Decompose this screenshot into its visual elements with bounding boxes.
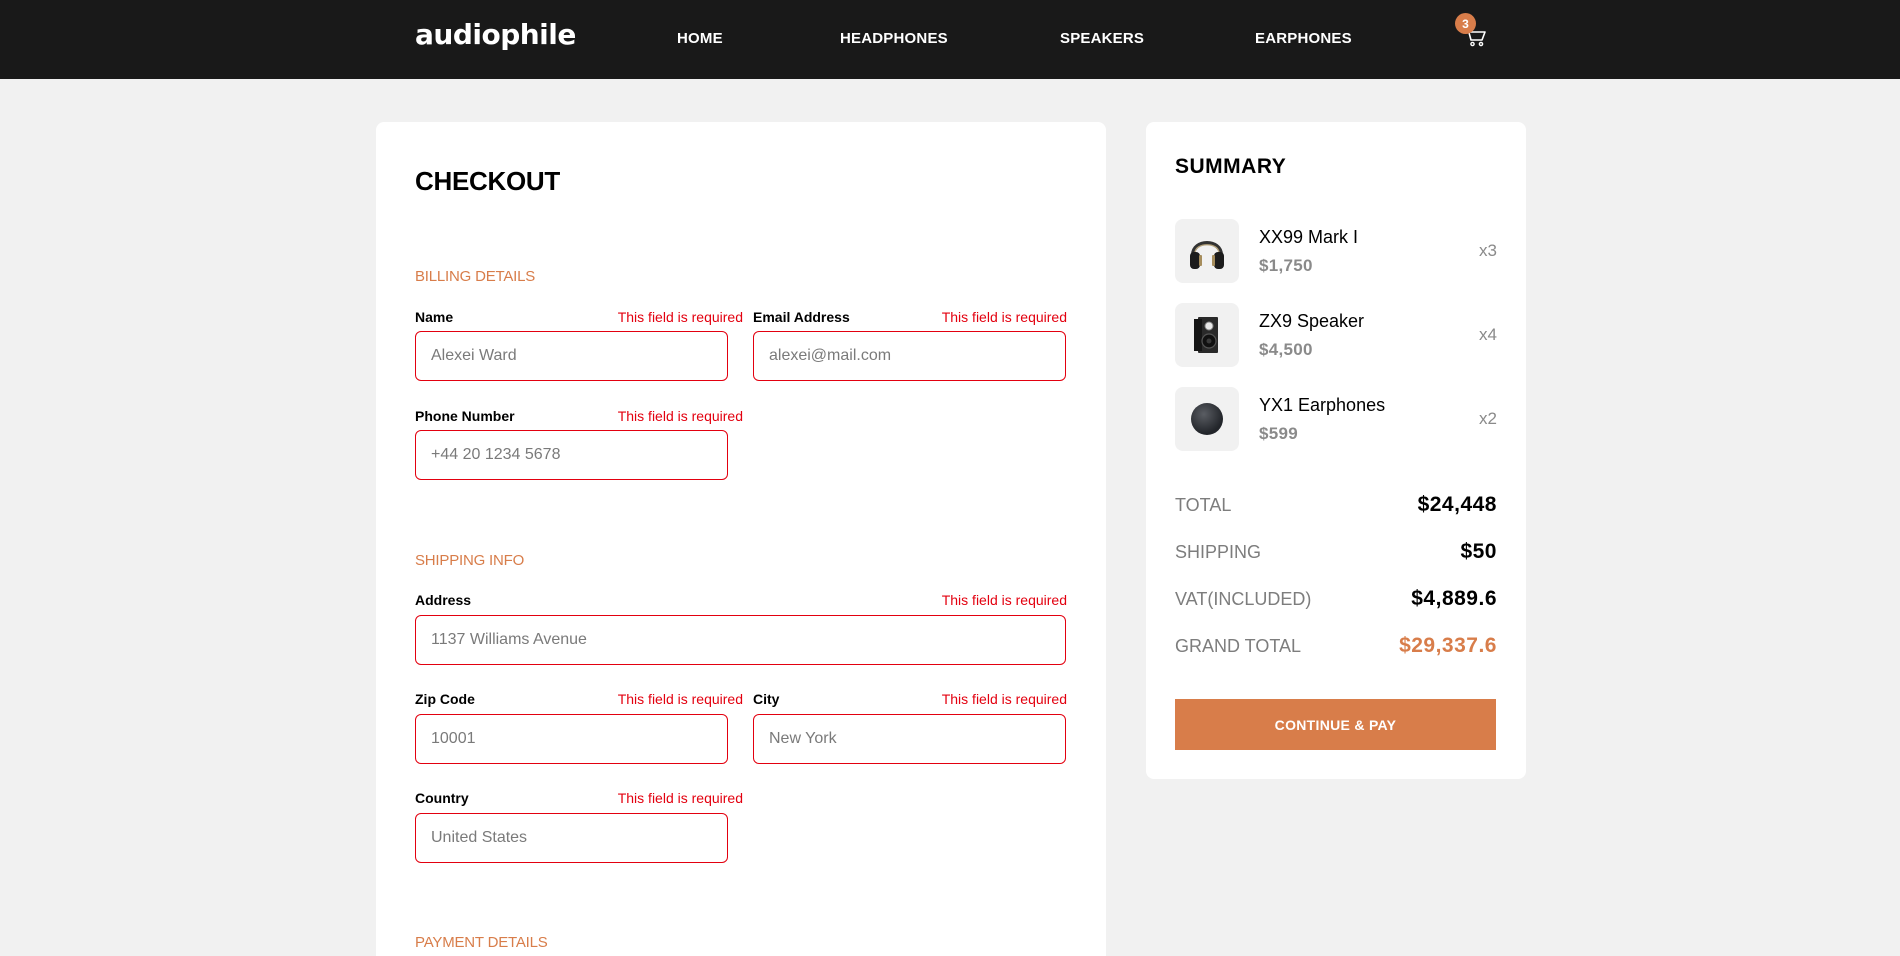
item-price: $599 bbox=[1259, 424, 1299, 443]
name-label: Name bbox=[415, 309, 454, 325]
address-label: Address bbox=[415, 592, 472, 608]
item-quantity: x4 bbox=[1479, 325, 1497, 344]
vat-value: $4,889.6 bbox=[1411, 587, 1497, 610]
address-error: This field is required bbox=[941, 592, 1067, 608]
nav-earphones[interactable]: EARPHONES bbox=[1255, 30, 1352, 47]
country-input[interactable] bbox=[415, 813, 728, 863]
speaker-icon bbox=[1175, 303, 1239, 367]
shipping-info-heading: SHIPPING INFO bbox=[415, 552, 525, 569]
checkout-form-card: CHECKOUT BILLING DETAILS Name This field… bbox=[376, 122, 1106, 956]
grand-total-label: GRAND TOTAL bbox=[1175, 636, 1302, 656]
city-input[interactable] bbox=[753, 714, 1066, 764]
item-name: XX99 Mark I bbox=[1259, 227, 1359, 247]
vat-label: VAT(INCLUDED) bbox=[1175, 589, 1312, 609]
item-name: YX1 Earphones bbox=[1259, 395, 1386, 415]
item-price: $4,500 bbox=[1259, 340, 1313, 359]
nav-home[interactable]: HOME bbox=[677, 30, 723, 47]
email-error: This field is required bbox=[941, 309, 1067, 325]
phone-error: This field is required bbox=[617, 408, 743, 424]
zip-code-error: This field is required bbox=[617, 691, 743, 707]
summary-item: ZX9 Speaker $4,500 x4 bbox=[1175, 303, 1497, 367]
headphones-icon bbox=[1175, 219, 1239, 283]
city-label: City bbox=[753, 691, 780, 707]
item-price: $1,750 bbox=[1259, 256, 1313, 275]
grand-total-value: $29,337.6 bbox=[1399, 634, 1497, 657]
total-value: $24,448 bbox=[1417, 493, 1497, 516]
continue-and-pay-button[interactable]: CONTINUE & PAY bbox=[1175, 699, 1496, 750]
summary-item: YX1 Earphones $599 x2 bbox=[1175, 387, 1497, 451]
country-label: Country bbox=[415, 790, 469, 806]
phone-input[interactable] bbox=[415, 430, 728, 480]
audiophile-logo[interactable]: audiophile bbox=[415, 18, 576, 51]
shipping-value: $50 bbox=[1460, 540, 1497, 563]
item-name: ZX9 Speaker bbox=[1259, 311, 1365, 331]
nav-speakers[interactable]: SPEAKERS bbox=[1060, 30, 1144, 47]
cart-count-badge: 3 bbox=[1455, 13, 1476, 34]
zip-code-input[interactable] bbox=[415, 714, 728, 764]
checkout-title: CHECKOUT bbox=[415, 166, 560, 196]
city-error: This field is required bbox=[941, 691, 1067, 707]
name-error: This field is required bbox=[617, 309, 743, 325]
order-summary-card: SUMMARY XX99 Mark I $1,750 x3 ZX9 Speake… bbox=[1146, 122, 1526, 779]
summary-item: XX99 Mark I $1,750 x3 bbox=[1175, 219, 1497, 283]
shipping-label: SHIPPING bbox=[1175, 542, 1262, 562]
zip-code-label: Zip Code bbox=[415, 691, 475, 707]
payment-details-heading: PAYMENT DETAILS bbox=[415, 934, 548, 951]
total-label: TOTAL bbox=[1175, 495, 1232, 515]
item-quantity: x3 bbox=[1479, 241, 1497, 260]
item-quantity: x2 bbox=[1479, 409, 1497, 428]
address-input[interactable] bbox=[415, 615, 1066, 665]
country-error: This field is required bbox=[617, 790, 743, 806]
email-input[interactable] bbox=[753, 331, 1066, 381]
top-navigation-bar: audiophile HOME HEADPHONES SPEAKERS EARP… bbox=[0, 0, 1900, 79]
nav-headphones[interactable]: HEADPHONES bbox=[840, 30, 948, 47]
phone-label: Phone Number bbox=[415, 408, 515, 424]
summary-title: SUMMARY bbox=[1175, 155, 1287, 178]
name-input[interactable] bbox=[415, 331, 728, 381]
email-label: Email Address bbox=[753, 309, 850, 325]
billing-details-heading: BILLING DETAILS bbox=[415, 268, 536, 285]
earphones-icon bbox=[1175, 387, 1239, 451]
